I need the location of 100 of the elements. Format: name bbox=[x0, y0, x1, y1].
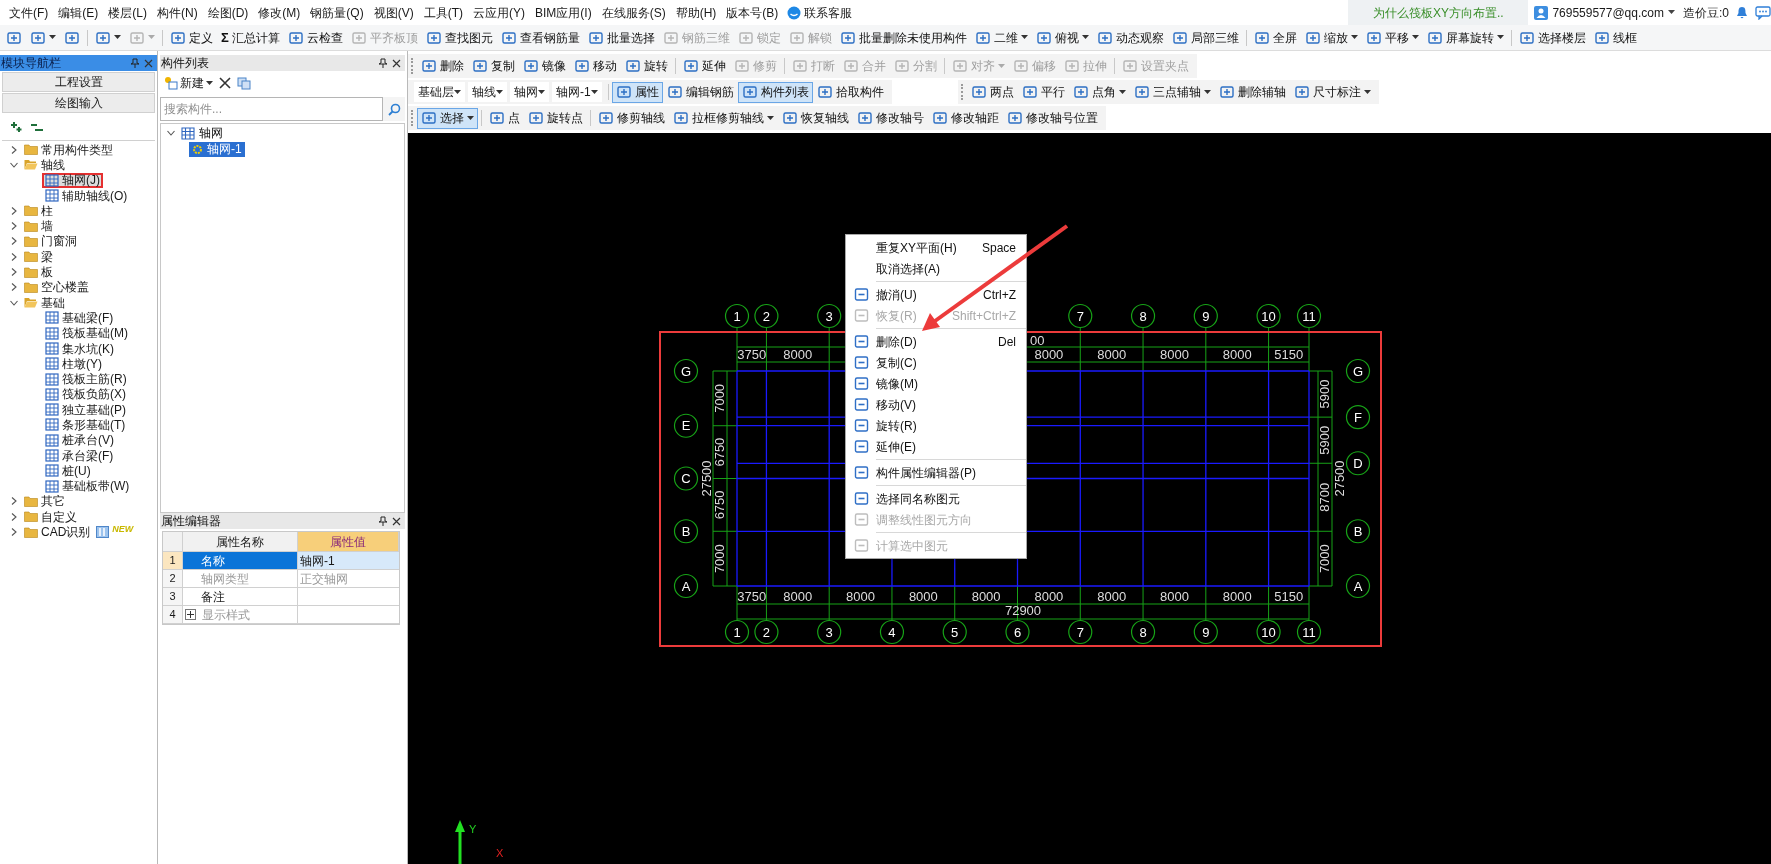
menu-item[interactable]: 修改(M) bbox=[253, 1, 306, 24]
menu-item[interactable]: 版本号(B) bbox=[721, 1, 784, 24]
axis-bubble[interactable]: F bbox=[1345, 405, 1371, 430]
tree-item[interactable]: 独立基础(P) bbox=[42, 402, 129, 418]
axis-bubble[interactable]: 2 bbox=[754, 303, 779, 329]
toolbar-button[interactable]: 点 bbox=[485, 107, 524, 129]
tree-item[interactable]: 筏板基础(M) bbox=[42, 325, 131, 341]
toolbar-button[interactable]: Σ 汇总计算 bbox=[217, 27, 284, 48]
toolbar-button[interactable]: 延伸 bbox=[679, 55, 730, 77]
axis-bubble[interactable]: 7 bbox=[1068, 303, 1093, 329]
pin-icon[interactable] bbox=[378, 516, 388, 526]
layer-dropdown[interactable]: 基础层 bbox=[414, 82, 465, 102]
toolbar-button[interactable]: 构件列表 bbox=[737, 81, 813, 103]
dropdown-caret-icon[interactable] bbox=[206, 80, 213, 86]
toolbar-button[interactable]: 移动 bbox=[570, 55, 621, 77]
tree-item[interactable]: 柱墩(Y) bbox=[42, 356, 105, 372]
menu-item[interactable]: 工具(T) bbox=[418, 1, 468, 24]
axis-bubble[interactable]: 6 bbox=[1005, 619, 1030, 645]
menu-item[interactable]: 移动(V) bbox=[846, 394, 1026, 415]
toolbar-button[interactable]: 全屏 bbox=[1249, 27, 1301, 48]
toolbar-button[interactable]: 选择楼层 bbox=[1514, 27, 1590, 48]
toolbar-button[interactable]: 删除 bbox=[417, 55, 468, 77]
menu-item[interactable]: 绘图(D) bbox=[202, 1, 254, 24]
toolbar-button[interactable]: 缩放 bbox=[1300, 27, 1362, 48]
dropdown-caret-icon[interactable] bbox=[1203, 89, 1211, 95]
close-icon[interactable] bbox=[392, 516, 401, 526]
toolbar-button[interactable]: 两点 bbox=[966, 81, 1018, 103]
tree-item[interactable]: 筏板主筋(R) bbox=[42, 371, 130, 387]
tree-item[interactable]: CAD识别 bbox=[21, 524, 94, 540]
tree-item[interactable]: 自定义 bbox=[21, 509, 80, 525]
dropdown-caret-icon[interactable] bbox=[538, 89, 545, 95]
toolbar-button[interactable]: 动态观察 bbox=[1092, 27, 1168, 48]
axis-bubble[interactable]: 3 bbox=[817, 619, 842, 645]
dropdown-caret-icon[interactable] bbox=[767, 115, 774, 121]
axis-bubble[interactable]: 9 bbox=[1193, 619, 1218, 645]
tree-item[interactable]: 常用构件类型 bbox=[21, 142, 116, 158]
dropdown-caret-icon[interactable] bbox=[467, 115, 474, 121]
menu-item[interactable]: 延伸(E) bbox=[846, 436, 1026, 457]
tree-item[interactable]: 承台梁(F) bbox=[42, 448, 117, 464]
layer-dropdown[interactable]: 轴网 bbox=[510, 82, 549, 102]
expand-icon[interactable] bbox=[10, 252, 18, 261]
axis-bubble[interactable]: 11 bbox=[1296, 619, 1322, 645]
toolbar-button[interactable]: 查找图元 bbox=[421, 27, 497, 48]
axis-bubble[interactable]: A bbox=[673, 573, 699, 599]
expand-icon[interactable] bbox=[10, 160, 18, 169]
menu-item[interactable]: 钢筋量(Q) bbox=[305, 1, 369, 24]
axis-bubble[interactable]: 1 bbox=[724, 619, 750, 645]
dropdown-caret-icon[interactable] bbox=[1363, 89, 1371, 95]
copy-icon[interactable] bbox=[237, 76, 251, 90]
axis-bubble[interactable]: 8 bbox=[1130, 619, 1156, 645]
axis-bubble[interactable]: E bbox=[673, 413, 699, 438]
axis-bubble[interactable]: 9 bbox=[1193, 303, 1218, 329]
tree-item[interactable]: 基础板带(W) bbox=[42, 478, 133, 494]
menu-item[interactable]: 删除(D) Del bbox=[846, 331, 1026, 352]
toolbar-button[interactable]: 线框 bbox=[1589, 27, 1641, 48]
delete-icon[interactable] bbox=[219, 77, 231, 89]
toolbar-button[interactable]: 查看钢筋量 bbox=[496, 27, 584, 48]
chat-icon[interactable] bbox=[1755, 5, 1771, 20]
tree-item[interactable]: 门窗洞 bbox=[21, 233, 80, 249]
pin-icon[interactable] bbox=[130, 58, 140, 68]
dropdown-caret-icon[interactable] bbox=[1081, 35, 1089, 40]
toolbar-button[interactable]: 三点辅轴 bbox=[1129, 81, 1215, 103]
toolbar-button[interactable]: 局部三维 bbox=[1167, 27, 1243, 48]
axis-bubble[interactable]: 7 bbox=[1068, 619, 1093, 645]
account-menu[interactable]: 769559577@qq.com bbox=[1534, 1, 1675, 24]
toolbar-button[interactable]: 修改轴号位置 bbox=[1003, 107, 1102, 129]
menu-item[interactable]: 镜像(M) bbox=[846, 373, 1026, 394]
toolbar-button[interactable]: 修改轴距 bbox=[928, 107, 1003, 129]
toolbar-button[interactable]: 镜像 bbox=[519, 55, 570, 77]
tree-item[interactable]: 轴线 bbox=[21, 157, 68, 173]
layer-dropdown[interactable]: 轴线 bbox=[468, 82, 507, 102]
toolbar-button[interactable]: 修改轴号 bbox=[853, 107, 928, 129]
layer-dropdown[interactable]: 轴网-1 bbox=[552, 82, 602, 102]
axis-bubble[interactable]: B bbox=[1345, 519, 1371, 544]
menu-item[interactable]: 编辑(E) bbox=[53, 1, 104, 24]
tree-item[interactable]: 轴网 bbox=[178, 125, 226, 141]
toolbar-button[interactable]: 批量删除未使用构件 bbox=[835, 27, 971, 48]
menu-item[interactable]: 构件(N) bbox=[152, 1, 203, 24]
toolbar-button[interactable]: 平移 bbox=[1361, 27, 1423, 48]
toolbar-button[interactable]: 旋转 bbox=[621, 55, 672, 77]
toolbar-button[interactable]: 定义 bbox=[166, 27, 217, 48]
section-button[interactable]: 工程设置 bbox=[2, 72, 155, 92]
tree-item[interactable]: 桩(U) bbox=[42, 463, 94, 479]
tree-item[interactable]: 辅助轴线(O) bbox=[42, 188, 131, 204]
dropdown-caret-icon[interactable] bbox=[1020, 35, 1028, 40]
expand-icon[interactable] bbox=[10, 145, 18, 154]
menu-item[interactable]: 帮助(H) bbox=[670, 1, 722, 24]
tree-item[interactable]: 筏板负筋(X) bbox=[42, 386, 129, 402]
expand-icon[interactable] bbox=[10, 237, 18, 246]
menu-item[interactable]: 视图(V) bbox=[368, 1, 419, 24]
menu-item[interactable]: BIM应用(I) bbox=[530, 1, 597, 24]
toolbar-button[interactable]: 二维 bbox=[970, 27, 1032, 48]
dropdown-caret-icon[interactable] bbox=[49, 35, 56, 40]
menu-item[interactable]: 旋转(R) bbox=[846, 415, 1026, 436]
axis-bubble[interactable]: C bbox=[673, 466, 699, 491]
toolbar-button[interactable]: 屏幕旋转 bbox=[1422, 27, 1508, 48]
expand-icon[interactable] bbox=[10, 298, 18, 307]
axis-bubble[interactable]: G bbox=[673, 358, 699, 384]
menu-item[interactable]: 云应用(Y) bbox=[468, 1, 530, 24]
search-button[interactable] bbox=[383, 97, 405, 121]
